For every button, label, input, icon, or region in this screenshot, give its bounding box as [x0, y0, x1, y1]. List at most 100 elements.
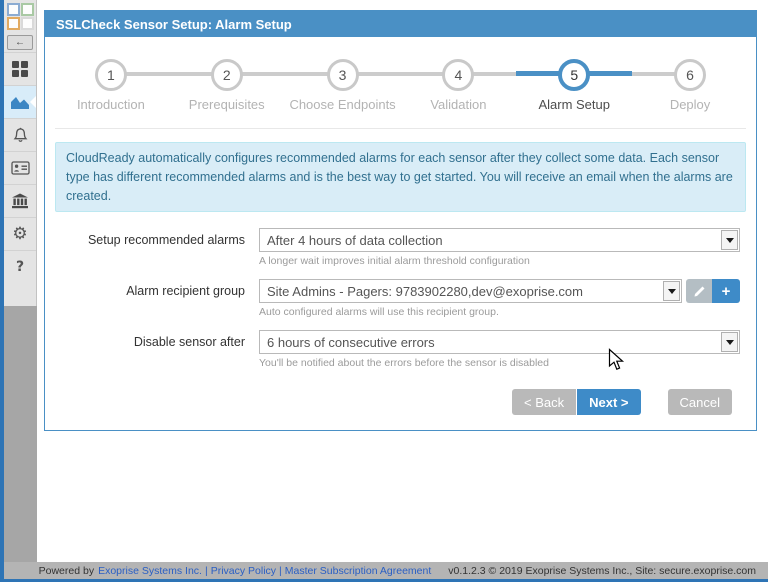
- cancel-button[interactable]: Cancel: [667, 389, 732, 416]
- wizard-step-introduction: 1 Introduction: [53, 58, 169, 112]
- bank-icon: [12, 193, 28, 209]
- step-number: 4: [454, 67, 463, 83]
- form-row-disable-sensor: Disable sensor after 6 hours of consecut…: [45, 330, 756, 369]
- step-number: 6: [686, 67, 694, 83]
- info-banner: CloudReady automatically configures reco…: [55, 142, 746, 213]
- step-circle: 5: [558, 59, 591, 91]
- id-card-icon: [10, 161, 30, 175]
- step-circle: 1: [94, 59, 127, 91]
- logo-square-blue: [7, 3, 20, 16]
- step-connector: [168, 72, 212, 76]
- form-row-recommended-alarms: Setup recommended alarms After 4 hours o…: [45, 228, 756, 267]
- bell-icon: [13, 127, 27, 142]
- footer-bar: Powered by Exoprise Systems Inc. | Priva…: [0, 562, 768, 579]
- panel-titlebar: SSLCheck Sensor Setup: Alarm Setup: [45, 11, 756, 37]
- field-help-text: Auto configured alarms will use this rec…: [259, 306, 499, 319]
- step-number: 1: [107, 67, 115, 83]
- step-connector: [400, 72, 444, 76]
- recommended-alarms-select[interactable]: After 4 hours of data collection: [259, 228, 740, 253]
- chevron-down-icon: [725, 237, 734, 243]
- pencil-icon: [694, 286, 704, 297]
- dropdown-button[interactable]: [721, 332, 738, 353]
- step-label: Prerequisites: [188, 97, 265, 112]
- step-circle: 4: [442, 59, 475, 91]
- version-site-text: v0.1.2.3 © 2019 Exoprise Systems Inc., S…: [448, 564, 756, 577]
- step-connector: [241, 72, 285, 76]
- chevron-down-icon: [667, 288, 676, 294]
- sidebar-back-row: ←: [4, 32, 36, 52]
- wizard-step-choose-endpoints: 3 Choose Endpoints: [284, 58, 401, 112]
- sidebar-top: ← ⚙ ?: [4, 0, 37, 306]
- back-arrow-icon: ←: [15, 36, 25, 48]
- step-label: Choose Endpoints: [289, 97, 396, 112]
- step-connector: [516, 71, 560, 76]
- powered-by-text: Powered by: [38, 564, 95, 577]
- sidebar-item-alarms[interactable]: [4, 118, 36, 151]
- alarm-setup-form: Setup recommended alarms After 4 hours o…: [45, 228, 756, 369]
- step-connector: [357, 72, 401, 76]
- app-logo: [4, 0, 36, 32]
- wizard-step-deploy: 6 Deploy: [632, 58, 748, 112]
- sidebar-item-organization[interactable]: [4, 184, 36, 217]
- info-banner-text: CloudReady automatically configures reco…: [66, 151, 733, 203]
- field-label: Alarm recipient group: [126, 284, 245, 299]
- form-row-recipient-group: Alarm recipient group Site Admins - Page…: [45, 279, 756, 318]
- select-value: After 4 hours of data collection: [267, 232, 443, 248]
- wizard-step-prerequisites: 2 Prerequisites: [168, 58, 285, 112]
- edit-recipient-group-button[interactable]: [686, 279, 712, 304]
- left-accent-bar: [0, 0, 4, 582]
- sidebar-item-dashboard[interactable]: [4, 52, 36, 85]
- subscription-agreement-link[interactable]: Master Subscription Agreement: [285, 565, 432, 577]
- back-button[interactable]: < Back: [512, 389, 577, 416]
- sidebar-item-help[interactable]: ?: [4, 250, 36, 283]
- logo-square-orange: [7, 17, 20, 30]
- step-connector: [473, 72, 517, 76]
- sidebar-item-sensors[interactable]: [4, 85, 36, 118]
- step-label: Introduction: [76, 97, 145, 112]
- step-number: 5: [570, 67, 579, 83]
- step-circle: 2: [210, 59, 243, 91]
- wizard-actions: < Back Next > Cancel: [45, 389, 732, 416]
- section-divider: [55, 128, 746, 129]
- step-connector: [589, 71, 633, 76]
- wizard-step-alarm-setup: 5 Alarm Setup: [516, 58, 633, 112]
- sidebar-item-contacts[interactable]: [4, 151, 36, 184]
- add-recipient-group-button[interactable]: +: [712, 279, 740, 304]
- wizard-steps: 1 Introduction 2 Prerequisites 3 Choose …: [45, 37, 756, 112]
- step-label: Validation: [430, 97, 487, 112]
- step-connector: [632, 72, 676, 76]
- privacy-policy-link[interactable]: Privacy Policy: [211, 565, 276, 577]
- field-label: Setup recommended alarms: [87, 233, 245, 248]
- step-connector: [284, 72, 328, 76]
- chevron-down-icon: [725, 339, 734, 345]
- logo-square-gray: [21, 17, 34, 30]
- recipient-group-select[interactable]: Site Admins - Pagers: 9783902280,dev@exo…: [259, 279, 682, 304]
- footer-separator: |: [279, 564, 282, 577]
- step-label: Deploy: [669, 97, 711, 112]
- disable-sensor-select[interactable]: 6 hours of consecutive errors: [259, 330, 740, 355]
- sidebar-item-settings[interactable]: ⚙: [4, 217, 36, 250]
- step-connector: [125, 72, 169, 76]
- step-number: 3: [338, 67, 347, 83]
- select-value: Site Admins - Pagers: 9783902280,dev@exo…: [267, 283, 583, 299]
- step-number: 2: [222, 67, 231, 83]
- setup-wizard-panel: SSLCheck Sensor Setup: Alarm Setup 1 Int…: [44, 10, 757, 432]
- step-circle: 3: [326, 59, 359, 91]
- question-icon: ?: [15, 259, 25, 275]
- select-value: 6 hours of consecutive errors: [267, 334, 435, 350]
- wizard-step-validation: 4 Validation: [400, 58, 517, 112]
- next-button[interactable]: Next >: [577, 389, 641, 416]
- dropdown-button[interactable]: [663, 281, 680, 302]
- field-label: Disable sensor after: [133, 335, 245, 350]
- step-circle: 6: [674, 59, 707, 91]
- exoprise-link[interactable]: Exoprise Systems Inc.: [98, 565, 202, 577]
- sidebar: ← ⚙ ?: [4, 0, 37, 582]
- mouse-cursor: [608, 348, 625, 370]
- gear-icon: ⚙: [12, 224, 28, 244]
- page-title: SSLCheck Sensor Setup: Alarm Setup: [56, 17, 292, 32]
- dropdown-button[interactable]: [721, 230, 738, 251]
- area-chart-icon: [11, 96, 29, 109]
- field-help-text: A longer wait improves initial alarm thr…: [259, 255, 530, 268]
- back-nav-button[interactable]: ←: [7, 34, 33, 50]
- field-help-text: You'll be notified about the errors befo…: [259, 357, 549, 370]
